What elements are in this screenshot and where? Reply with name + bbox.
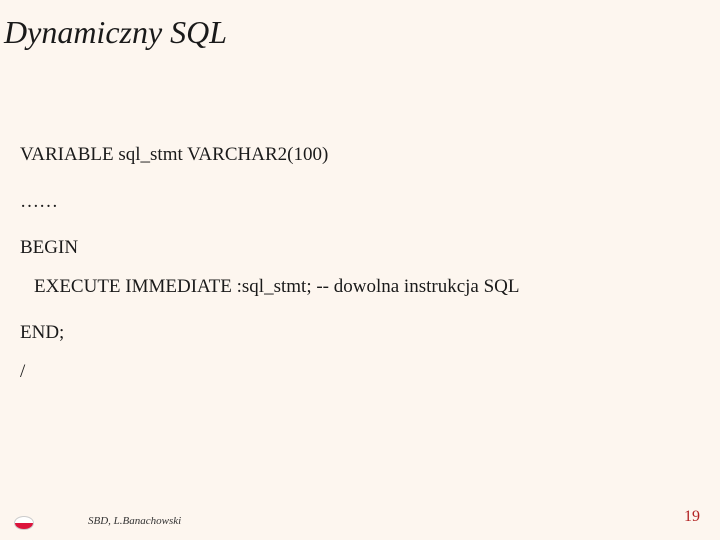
author-text: SBD, L.Banachowski: [88, 515, 181, 527]
code-line-1: VARIABLE sql_stmt VARCHAR2(100): [20, 141, 720, 170]
code-line-6: /: [20, 358, 720, 387]
flag-icon: [14, 516, 34, 530]
code-line-3: BEGIN: [20, 234, 720, 263]
code-line-5: END;: [20, 319, 720, 348]
footer: SBD, L.Banachowski 19: [0, 500, 720, 530]
page-number: 19: [684, 508, 700, 526]
code-line-2: ……: [20, 188, 720, 217]
code-block: VARIABLE sql_stmt VARCHAR2(100) …… BEGIN…: [0, 51, 720, 386]
footer-left: [14, 516, 40, 530]
slide-title: Dynamiczny SQL: [0, 0, 720, 51]
code-line-4: EXECUTE IMMEDIATE :sql_stmt; -- dowolna …: [20, 273, 720, 302]
